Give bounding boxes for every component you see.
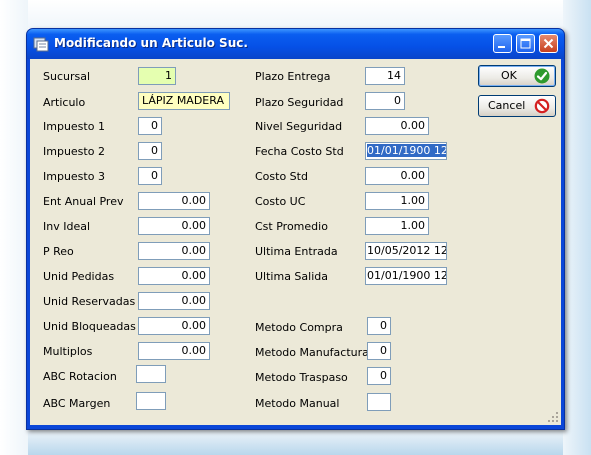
label-plazo-entrega: Plazo Entrega: [255, 70, 331, 83]
input-inv-ideal[interactable]: 0.00: [138, 217, 210, 235]
close-button[interactable]: [539, 34, 558, 53]
input-abc-margen[interactable]: [136, 392, 166, 410]
input-metodo-traspaso[interactable]: 0: [367, 367, 391, 385]
fecha-costo-std-selected-text: 01/01/1900 12:: [367, 144, 446, 157]
input-p-reo[interactable]: 0.00: [138, 242, 210, 260]
input-multiplos[interactable]: 0.00: [138, 342, 210, 360]
label-impuesto-3: Impuesto 3: [43, 170, 105, 183]
dialog-body: Sucursal 1 Articulo LÁPIZ MADERA Impuest…: [30, 59, 561, 425]
minimize-icon: [498, 46, 505, 48]
input-ultima-entrada[interactable]: 10/05/2012 12:: [365, 242, 447, 260]
cancel-button[interactable]: Cancel: [478, 95, 556, 117]
label-impuesto-2: Impuesto 2: [43, 145, 105, 158]
input-unid-pedidas[interactable]: 0.00: [138, 267, 210, 285]
input-abc-rotacion[interactable]: [136, 365, 166, 383]
dialog-window: Modificando un Articulo Suc. Sucursal 1 …: [26, 28, 565, 430]
label-articulo: Articulo: [43, 96, 86, 109]
label-impuesto-1: Impuesto 1: [43, 120, 105, 133]
resize-grip-icon[interactable]: [547, 411, 559, 423]
label-ent-anual-prev: Ent Anual Prev: [43, 195, 124, 208]
no-entry-icon: [534, 98, 550, 114]
label-unid-reservadas: Unid Reservadas: [43, 295, 136, 308]
app-icon: [33, 37, 49, 52]
maximize-icon: [520, 38, 531, 49]
input-cst-promedio[interactable]: 1.00: [365, 217, 429, 235]
input-unid-reservadas[interactable]: 0.00: [138, 292, 210, 310]
label-metodo-compra: Metodo Compra: [255, 321, 343, 334]
label-metodo-manufactura: Metodo Manufactura: [255, 346, 369, 359]
label-inv-ideal: Inv Ideal: [43, 220, 91, 233]
label-sucursal: Sucursal: [43, 70, 91, 83]
input-impuesto-3[interactable]: 0: [138, 167, 162, 185]
title-bar[interactable]: Modificando un Articulo Suc.: [27, 29, 564, 59]
label-costo-std: Costo Std: [255, 170, 308, 183]
input-metodo-compra[interactable]: 0: [367, 317, 391, 335]
input-impuesto-2[interactable]: 0: [138, 142, 162, 160]
label-nivel-seguridad: Nivel Seguridad: [255, 120, 343, 133]
input-unid-bloqueadas[interactable]: 0.00: [138, 317, 210, 335]
maximize-button[interactable]: [516, 34, 535, 53]
input-sucursal[interactable]: 1: [138, 67, 176, 85]
input-costo-std[interactable]: 0.00: [365, 167, 429, 185]
label-metodo-manual: Metodo Manual: [255, 397, 340, 410]
page-frame-top: [0, 0, 591, 28]
label-unid-bloqueadas: Unid Bloqueadas: [43, 320, 136, 333]
label-cst-promedio: Cst Promedio: [255, 220, 328, 233]
input-costo-uc[interactable]: 1.00: [365, 192, 429, 210]
input-ent-anual-prev[interactable]: 0.00: [138, 192, 210, 210]
input-ultima-salida[interactable]: 01/01/1900 12:: [365, 267, 447, 285]
page-frame-bottom: [0, 429, 591, 455]
label-fecha-costo-std: Fecha Costo Std: [255, 145, 344, 158]
label-p-reo: P Reo: [43, 245, 74, 258]
ok-button-label: OK: [501, 69, 517, 82]
close-icon: [543, 38, 554, 49]
input-metodo-manufactura[interactable]: 0: [367, 342, 391, 360]
ok-button[interactable]: OK: [478, 65, 556, 87]
input-plazo-seguridad[interactable]: 0: [365, 92, 405, 110]
label-plazo-seguridad: Plazo Seguridad: [255, 96, 344, 109]
cancel-button-label: Cancel: [488, 99, 526, 112]
label-abc-rotacion: ABC Rotacion: [43, 370, 117, 383]
label-metodo-traspaso: Metodo Traspaso: [255, 371, 348, 384]
window-title: Modificando un Articulo Suc.: [54, 36, 248, 50]
input-fecha-costo-std[interactable]: 01/01/1900 12:: [365, 142, 447, 160]
page-frame-right: [563, 0, 591, 455]
input-articulo[interactable]: LÁPIZ MADERA: [138, 92, 230, 110]
minimize-button[interactable]: [493, 34, 512, 53]
label-multiplos: Multiplos: [43, 345, 93, 358]
label-costo-uc: Costo UC: [255, 195, 306, 208]
label-ultima-entrada: Ultima Entrada: [255, 245, 338, 258]
label-ultima-salida: Ultima Salida: [255, 270, 328, 283]
label-unid-pedidas: Unid Pedidas: [43, 270, 115, 283]
input-impuesto-1[interactable]: 0: [138, 117, 162, 135]
checkmark-icon: [534, 68, 550, 84]
label-abc-margen: ABC Margen: [43, 397, 111, 410]
page-frame-left: [0, 0, 28, 455]
input-nivel-seguridad[interactable]: 0.00: [365, 117, 429, 135]
input-metodo-manual[interactable]: [367, 393, 391, 411]
input-plazo-entrega[interactable]: 14: [365, 67, 405, 85]
